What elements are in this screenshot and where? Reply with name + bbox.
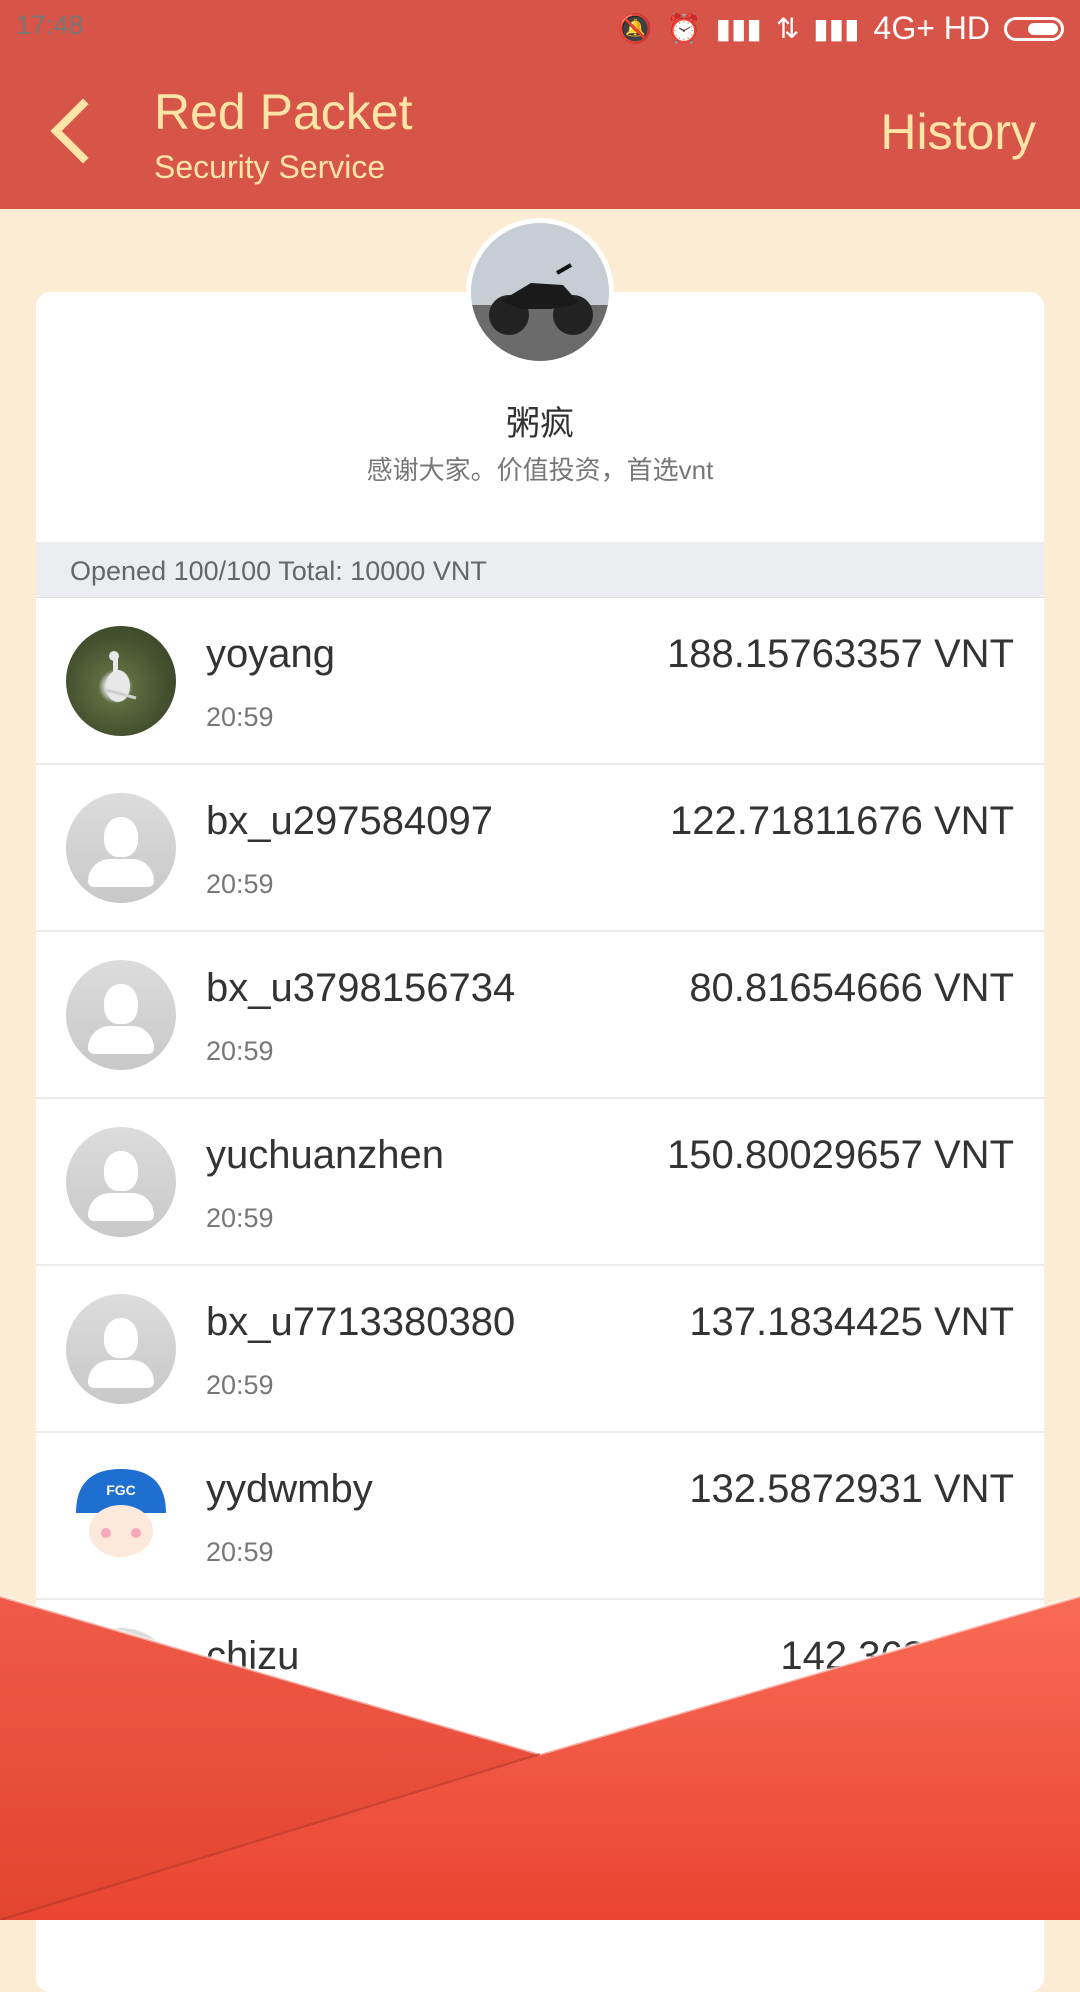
- avatar: [66, 1294, 176, 1404]
- red-envelope-graphic: [0, 1596, 1080, 1920]
- summary-bar: Opened 100/100 Total: 10000 VNT: [36, 542, 1044, 598]
- alarm-icon: ⏰: [666, 12, 702, 44]
- badge-text: FGC: [106, 1482, 136, 1498]
- bell-off-icon: 🔕: [617, 12, 653, 44]
- bird-photo-icon: [105, 651, 137, 702]
- list-item[interactable]: bx_u297584097 20:59 122.71811676 VNT: [36, 765, 1044, 932]
- back-button[interactable]: [40, 90, 120, 180]
- recipient-time: 20:59: [206, 869, 274, 899]
- list-item[interactable]: bx_u7713380380 20:59 137.1834425 VNT: [36, 1266, 1044, 1433]
- sender-avatar: [466, 218, 614, 366]
- cartoon-avatar-icon: FGC: [67, 1462, 175, 1570]
- avatar: FGC: [66, 1461, 176, 1571]
- signal-icon: ▮▮▮: [715, 12, 762, 44]
- list-item[interactable]: FGC yydwmby 20:59 132.5872931 VNT: [36, 1433, 1044, 1600]
- status-time: 17:48: [16, 10, 84, 40]
- motorcycle-photo-icon: [471, 223, 609, 361]
- recipient-amount: 137.1834425 VNT: [689, 1300, 1014, 1344]
- avatar: [66, 793, 176, 903]
- sender-name: 粥疯: [506, 405, 574, 443]
- battery-icon: [1004, 16, 1064, 41]
- list-item[interactable]: yuchuanzhen 20:59 150.80029657 VNT: [36, 1099, 1044, 1266]
- person-icon: [104, 817, 138, 857]
- recipient-name: bx_u3798156734: [206, 966, 516, 1010]
- avatar: [66, 1127, 176, 1237]
- recipient-amount: 188.15763357 VNT: [667, 632, 1014, 676]
- recipient-time: 20:59: [206, 702, 274, 732]
- list-item[interactable]: yoyang 20:59 188.15763357 VNT: [36, 598, 1044, 765]
- summary-text: Opened 100/100 Total: 10000 VNT: [70, 556, 487, 586]
- chevron-left-icon: [50, 98, 116, 164]
- recipient-name: bx_u7713380380: [206, 1300, 516, 1344]
- avatar: [66, 626, 176, 736]
- recipient-name: yoyang: [206, 632, 335, 676]
- signal-icon: ▮▮▮: [813, 12, 860, 44]
- status-bar: 17:48 🔕 ⏰ ▮▮▮ ⇅ ▮▮▮ 4G+ HD: [0, 0, 1080, 56]
- page-title: Red Packet: [154, 84, 413, 140]
- recipient-name: yydwmby: [206, 1467, 373, 1511]
- history-button[interactable]: History: [880, 104, 1036, 160]
- sender-message: 感谢大家。价值投资，首选vnt: [366, 455, 714, 485]
- page-subtitle: Security Service: [154, 149, 386, 185]
- avatar: [66, 960, 176, 1070]
- data-transfer-icon: ⇅: [775, 12, 800, 44]
- list-item[interactable]: bx_u3798156734 20:59 80.81654666 VNT: [36, 932, 1044, 1099]
- recipient-amount: 80.81654666 VNT: [689, 966, 1014, 1010]
- status-icons: 🔕 ⏰ ▮▮▮ ⇅ ▮▮▮ 4G+ HD: [618, 10, 1064, 47]
- person-icon: [104, 1318, 138, 1358]
- recipient-time: 20:59: [206, 1370, 274, 1400]
- recipient-name: bx_u297584097: [206, 799, 493, 843]
- network-label: 4G+ HD: [873, 10, 990, 46]
- recipient-amount: 132.5872931 VNT: [689, 1467, 1014, 1511]
- header-bar: Red Packet Security Service History: [0, 56, 1080, 209]
- recipient-time: 20:59: [206, 1203, 274, 1233]
- recipient-amount: 122.71811676 VNT: [670, 799, 1014, 843]
- person-icon: [104, 984, 138, 1024]
- recipient-time: 20:59: [206, 1036, 274, 1066]
- person-icon: [104, 1151, 138, 1191]
- recipient-time: 20:59: [206, 1537, 274, 1567]
- recipient-name: yuchuanzhen: [206, 1133, 444, 1177]
- recipient-amount: 150.80029657 VNT: [667, 1133, 1014, 1177]
- recipient-list: yoyang 20:59 188.15763357 VNT bx_u297584…: [36, 598, 1044, 1767]
